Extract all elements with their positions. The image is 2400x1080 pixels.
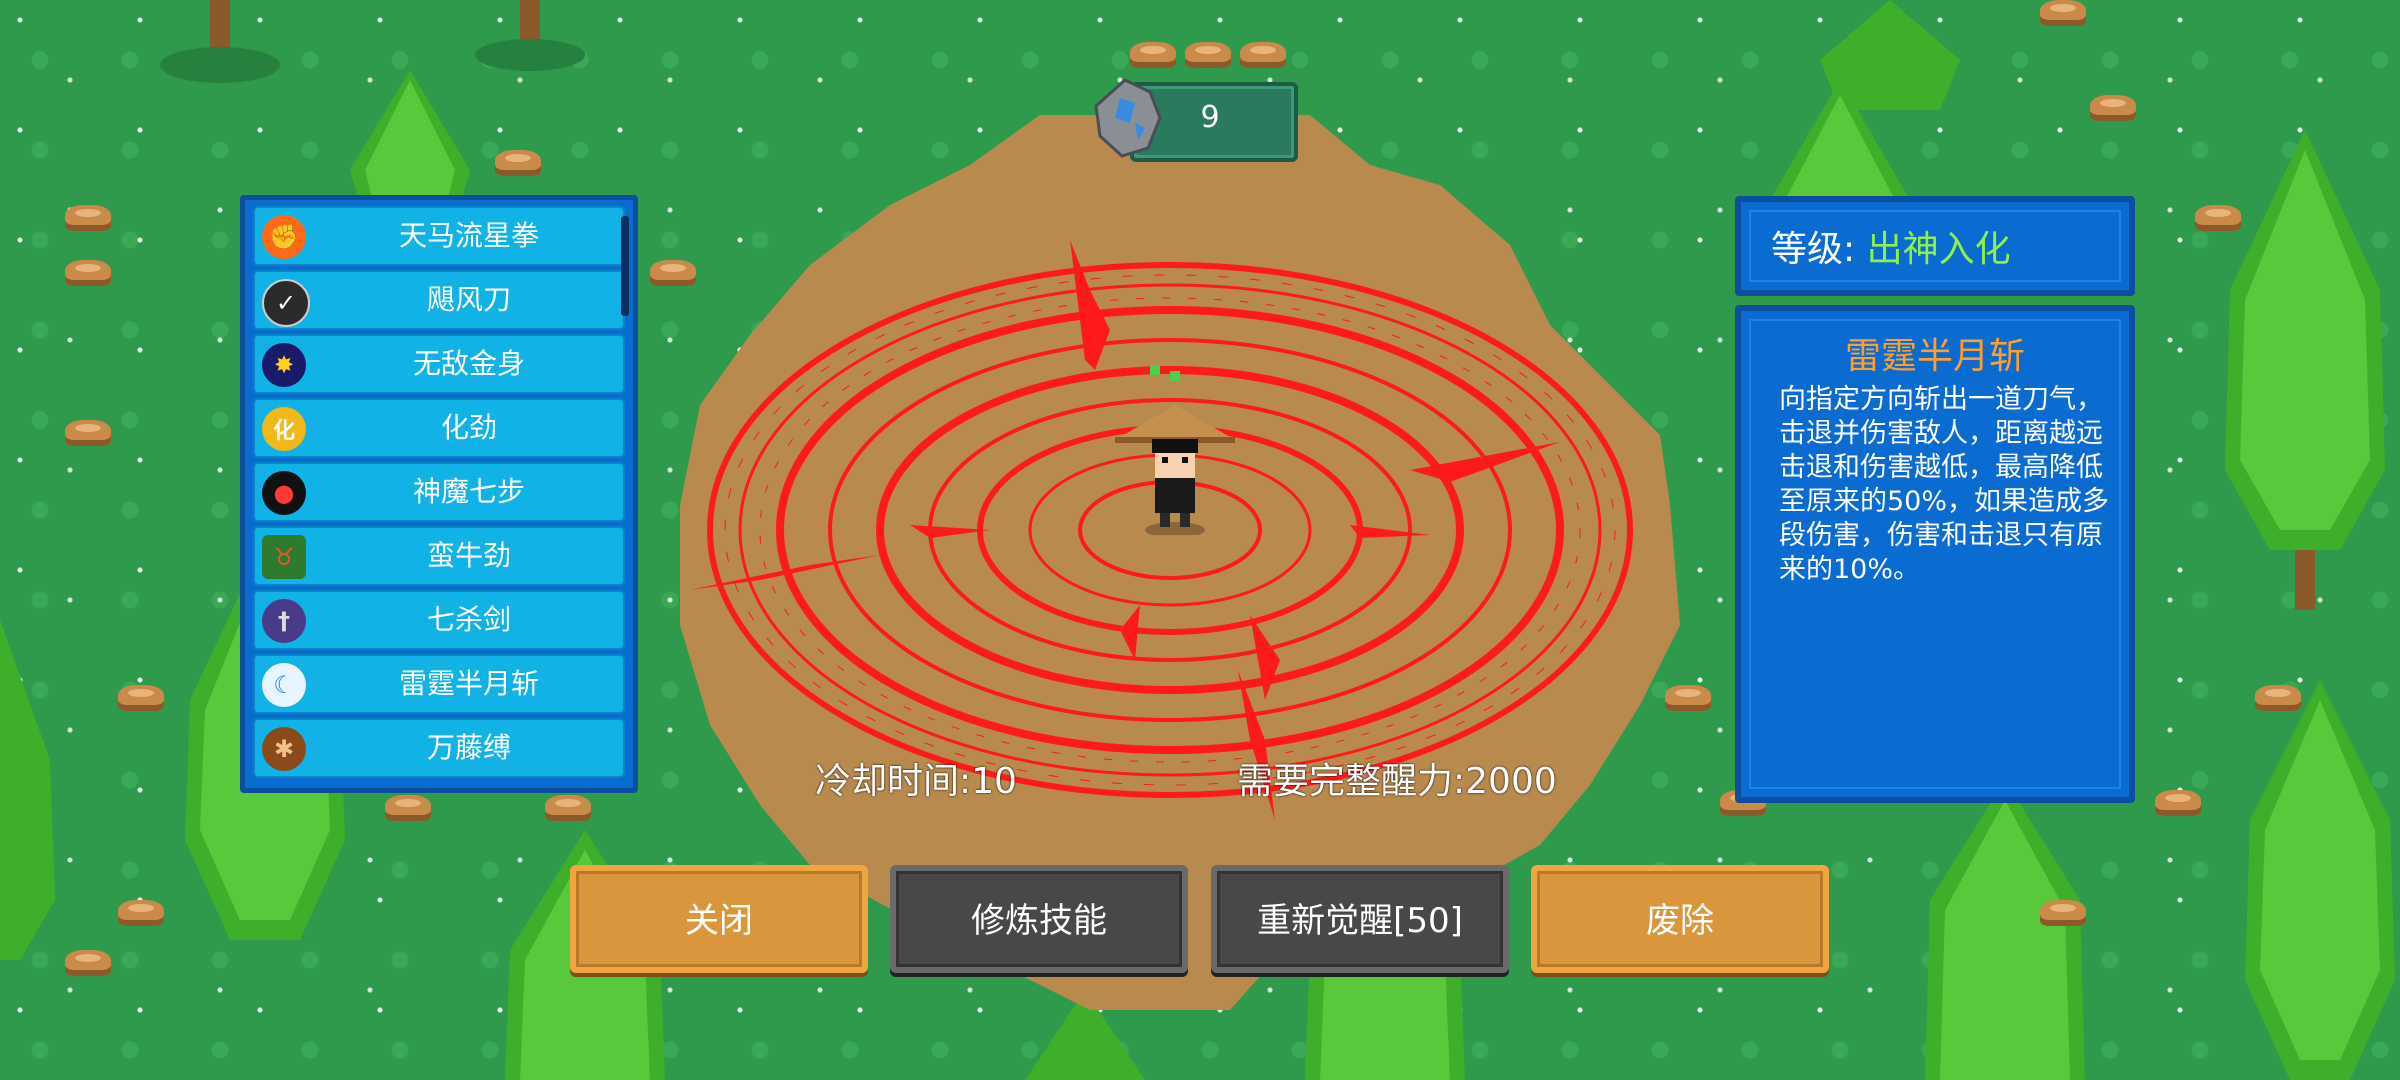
skill-label: 万藤缚 [426,731,511,764]
tree-decoration [160,0,280,83]
tree-stump [1130,42,1176,68]
tree-stump [2090,95,2136,121]
skill-item-wantengfu[interactable]: ✱ 万藤缚 [253,718,625,778]
skill-label: 飓风刀 [426,283,511,316]
tree-stump [2155,790,2201,816]
skill-label: 无敌金身 [412,347,525,380]
tree-decoration [2245,680,2395,1080]
skill-item-wudijinshen[interactable]: ✸ 无敌金身 [253,334,625,394]
skill-item-huajin[interactable]: 化 化劲 [253,398,625,458]
skill-label: 化劲 [440,411,497,444]
fist-icon: ✊ [262,215,306,259]
skill-item-qishajian[interactable]: † 七杀剑 [253,590,625,650]
requirement-text: 需要完整醒力:2000 [1237,761,1557,802]
skill-item-jufengdao[interactable]: ✓ 飓风刀 [253,270,625,330]
tree-stump [2040,0,2086,26]
cooldown-text: 冷却时间:10 [815,761,1017,802]
remove-skill-button[interactable]: 废除 [1531,865,1829,973]
bull-icon: ♉ [262,535,306,579]
level-value: 出神入化 [1866,229,2011,270]
skill-label: 蛮牛劲 [426,539,511,572]
tree-stump [385,795,431,821]
skill-detail-description: 向指定方向斩出一道刀气，击退并伤害敌人，距离越远击退和伤害越低，最高降低至原来的… [1779,384,2110,585]
skill-item-manniujin[interactable]: ♉ 蛮牛劲 [253,526,625,586]
close-button[interactable]: 关闭 [570,865,868,973]
reawaken-button[interactable]: 重新觉醒[50] [1211,865,1509,973]
tree-stump [2040,900,2086,926]
skill-item-tianma[interactable]: ✊ 天马流星拳 [253,206,625,266]
tree-stump [1185,42,1231,68]
skill-item-shenmoqibu[interactable]: ● 神魔七步 [253,462,625,522]
tree-stump [118,685,164,711]
skill-label: 神魔七步 [412,475,525,508]
demon-mask-icon: ● [262,471,306,515]
player-character [1115,365,1235,535]
hua-icon: 化 [262,407,306,451]
train-skill-button[interactable]: 修炼技能 [890,865,1188,973]
crescent-slash-icon: ☾ [262,663,306,707]
skill-label: 雷霆半月斩 [398,667,539,700]
vine-bind-icon: ✱ [262,727,306,771]
blade-icon: ✓ [262,279,310,327]
skill-list: ✊ 天马流星拳 ✓ 飓风刀 ✸ 无敌金身 化 化劲 ● 神魔七步 ♉ 蛮牛劲 †… [253,206,625,782]
skill-label: 天马流星拳 [398,219,539,252]
gem-counter: 9 [1090,78,1300,162]
tree-stump [65,420,111,446]
level-label: 等级: [1771,229,1867,270]
sword-icon: † [262,599,306,643]
tree-stump [65,260,111,286]
skill-detail-title: 雷霆半月斩 [1844,336,2025,377]
tree-decoration [0,620,55,960]
tree-stump [2195,205,2241,231]
tree-decoration [1925,780,2085,1080]
tree-stump [1240,42,1286,68]
golden-body-icon: ✸ [262,343,306,387]
tree-stump [118,900,164,926]
tree-stump [495,150,541,176]
skill-list-panel: ✊ 天马流星拳 ✓ 飓风刀 ✸ 无敌金身 化 化劲 ● 神魔七步 ♉ 蛮牛劲 †… [240,195,638,793]
tree-stump [65,205,111,231]
level-panel: 等级: 出神入化 [1735,196,2135,296]
skill-item-leitingbanyuezhan[interactable]: ☾ 雷霆半月斩 [253,654,625,714]
tree-stump [2255,685,2301,711]
tree-decoration [2225,130,2385,610]
tree-stump [545,795,591,821]
skill-label: 七杀剑 [426,603,511,636]
skill-list-scrollbar[interactable] [621,216,629,316]
tree-stump [65,950,111,976]
tree-decoration [475,0,585,71]
level-text: 等级: 出神入化 [1771,220,2011,272]
gem-icon [1094,78,1162,158]
skill-detail-panel: 雷霆半月斩 向指定方向斩出一道刀气，击退并伤害敌人，距离越远击退和伤害越低，最高… [1735,305,2135,803]
